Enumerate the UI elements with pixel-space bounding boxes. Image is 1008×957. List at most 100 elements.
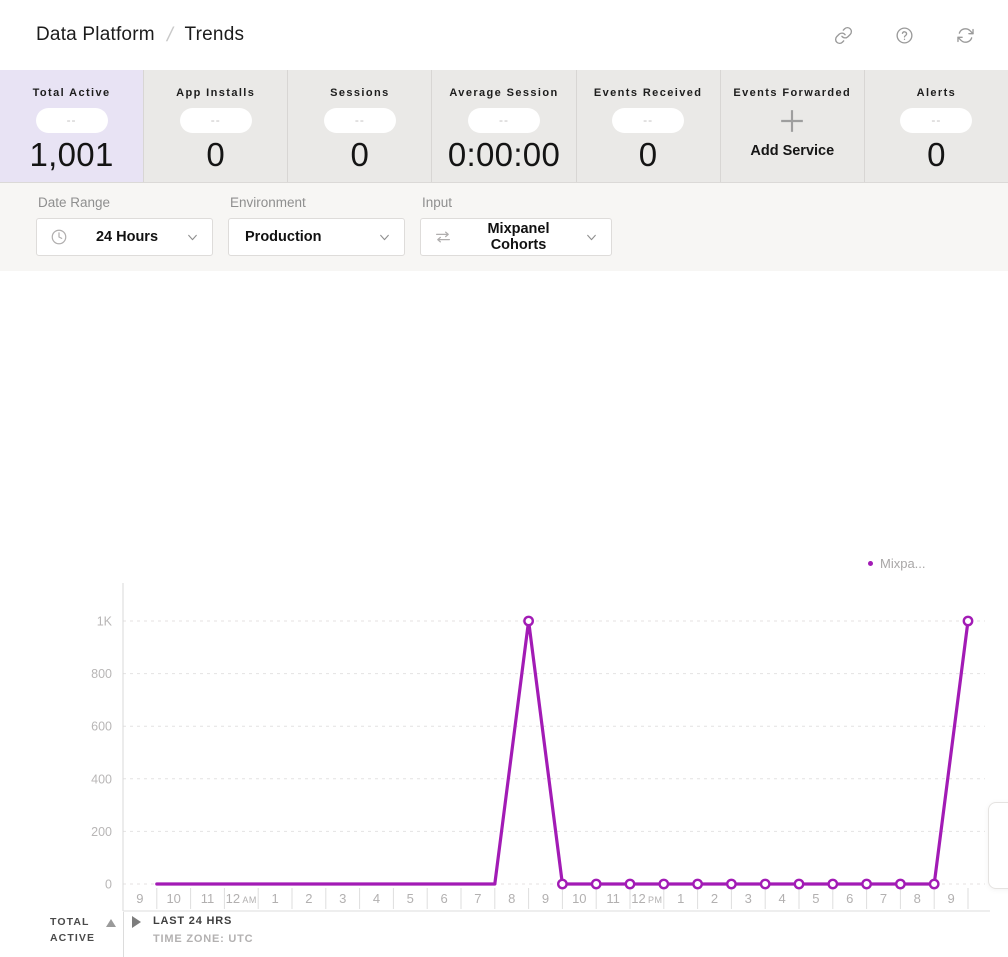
svg-text:11: 11 [606, 891, 620, 906]
stat-badge: -- [468, 108, 540, 133]
filter-label: Date Range [38, 195, 213, 210]
stat-badge: -- [900, 108, 972, 133]
svg-text:1: 1 [677, 891, 684, 906]
dropdown-value: 24 Hours [68, 229, 186, 245]
environment-dropdown[interactable]: Production [228, 218, 405, 256]
svg-text:12 AM: 12 AM [226, 891, 257, 906]
stats-row: Total Active -- 1,001 App Installs -- 0 … [0, 70, 1008, 183]
stat-badge: -- [324, 108, 396, 133]
clock-icon [50, 228, 68, 246]
link-icon[interactable] [834, 26, 853, 45]
stat-value: 0 [144, 136, 287, 174]
stat-label: Sessions [288, 87, 431, 99]
breadcrumb-separator: / [164, 24, 175, 47]
stat-label: Events Received [577, 87, 720, 99]
stat-label: Alerts [865, 87, 1008, 99]
svg-text:9: 9 [947, 891, 954, 906]
stat-card-events-received[interactable]: Events Received -- 0 [577, 70, 721, 182]
svg-text:200: 200 [91, 825, 112, 839]
filter-environment: Environment Production [228, 195, 405, 256]
header-icons [834, 0, 975, 70]
svg-text:12 PM: 12 PM [631, 891, 662, 906]
svg-text:10: 10 [572, 891, 586, 906]
chevron-down-icon [186, 231, 199, 244]
filter-bar: Date Range 24 Hours Environment Producti… [0, 183, 1008, 271]
svg-text:5: 5 [812, 891, 819, 906]
svg-text:5: 5 [407, 891, 414, 906]
stat-badge: -- [612, 108, 684, 133]
series-line [157, 621, 968, 884]
svg-text:600: 600 [91, 720, 112, 734]
add-service-button[interactable]: Add Service [721, 143, 864, 159]
range-label: LAST 24 HRS [153, 915, 232, 927]
chart-legend[interactable]: Mixpa... [868, 556, 926, 571]
timezone-label: TIME ZONE: UTC [153, 933, 253, 945]
filter-label: Environment [230, 195, 405, 210]
row-metric-label: TOTAL ACTIVE [50, 914, 95, 946]
svg-text:8: 8 [914, 891, 921, 906]
stat-card-alerts[interactable]: Alerts -- 0 [865, 70, 1008, 182]
data-point-markers [524, 617, 972, 888]
stat-label: Events Forwarded [721, 87, 864, 99]
footer-divider [123, 912, 124, 957]
page-header: Data Platform / Trends [0, 0, 1008, 70]
date-range-dropdown[interactable]: 24 Hours [36, 218, 213, 256]
svg-text:8: 8 [508, 891, 515, 906]
svg-text:0: 0 [105, 878, 112, 892]
svg-text:4: 4 [373, 891, 380, 906]
svg-text:2: 2 [711, 891, 718, 906]
stat-card-total-active[interactable]: Total Active -- 1,001 [0, 70, 144, 182]
svg-text:11: 11 [201, 891, 215, 906]
stat-value: 0 [577, 136, 720, 174]
y-gridlines [123, 621, 985, 884]
dropdown-value: Mixpanel Cohorts [452, 221, 585, 253]
trends-chart-region: Mixpa... 02004006008001K9101112 AM123456… [0, 271, 1008, 696]
svg-text:4: 4 [778, 891, 785, 906]
stat-label: App Installs [144, 87, 287, 99]
svg-text:7: 7 [474, 891, 481, 906]
stat-value: 0 [865, 136, 1008, 174]
stat-label: Average Session [432, 87, 575, 99]
dropdown-value: Production [229, 229, 378, 245]
stat-badge: -- [180, 108, 252, 133]
svg-text:9: 9 [542, 891, 549, 906]
svg-text:400: 400 [91, 772, 112, 786]
chevron-down-icon [585, 231, 598, 244]
svg-text:3: 3 [745, 891, 752, 906]
stat-value: 0:00:00 [432, 136, 575, 174]
stat-card-events-forwarded[interactable]: Events Forwarded Add Service [721, 70, 865, 182]
trends-line-chart[interactable]: 02004006008001K9101112 AM123456789101112… [0, 571, 1008, 921]
stat-card-average-session[interactable]: Average Session -- 0:00:00 [432, 70, 576, 182]
filter-date-range: Date Range 24 Hours [36, 195, 213, 256]
svg-text:800: 800 [91, 667, 112, 681]
chevron-down-icon [378, 231, 391, 244]
filter-label: Input [422, 195, 612, 210]
svg-text:6: 6 [440, 891, 447, 906]
x-tick-labels: 9101112 AM123456789101112 PM123456789 [136, 891, 954, 906]
input-dropdown[interactable]: Mixpanel Cohorts [420, 218, 612, 256]
stat-value: 0 [288, 136, 431, 174]
refresh-icon[interactable] [956, 26, 975, 45]
sort-ascending-icon[interactable] [106, 919, 116, 927]
stat-label: Total Active [0, 87, 143, 99]
svg-text:9: 9 [136, 891, 143, 906]
svg-text:7: 7 [880, 891, 887, 906]
filter-input: Input Mixpanel Cohorts [420, 195, 612, 256]
expand-row-icon[interactable] [132, 916, 141, 928]
side-peek-panel[interactable] [988, 802, 1008, 889]
stat-value: 1,001 [0, 136, 143, 174]
svg-text:2: 2 [305, 891, 312, 906]
stat-card-app-installs[interactable]: App Installs -- 0 [144, 70, 288, 182]
svg-text:1K: 1K [97, 615, 113, 629]
breadcrumb-data-platform[interactable]: Data Platform [36, 24, 155, 46]
stat-badge: -- [36, 108, 108, 133]
svg-text:3: 3 [339, 891, 346, 906]
help-icon[interactable] [895, 26, 914, 45]
breadcrumb-trends: Trends [185, 24, 245, 46]
svg-text:6: 6 [846, 891, 853, 906]
legend-series-label: Mixpa... [880, 556, 926, 571]
legend-series-dot [868, 561, 873, 566]
plus-icon [721, 108, 864, 133]
breadcrumb: Data Platform / Trends [36, 24, 244, 47]
stat-card-sessions[interactable]: Sessions -- 0 [288, 70, 432, 182]
